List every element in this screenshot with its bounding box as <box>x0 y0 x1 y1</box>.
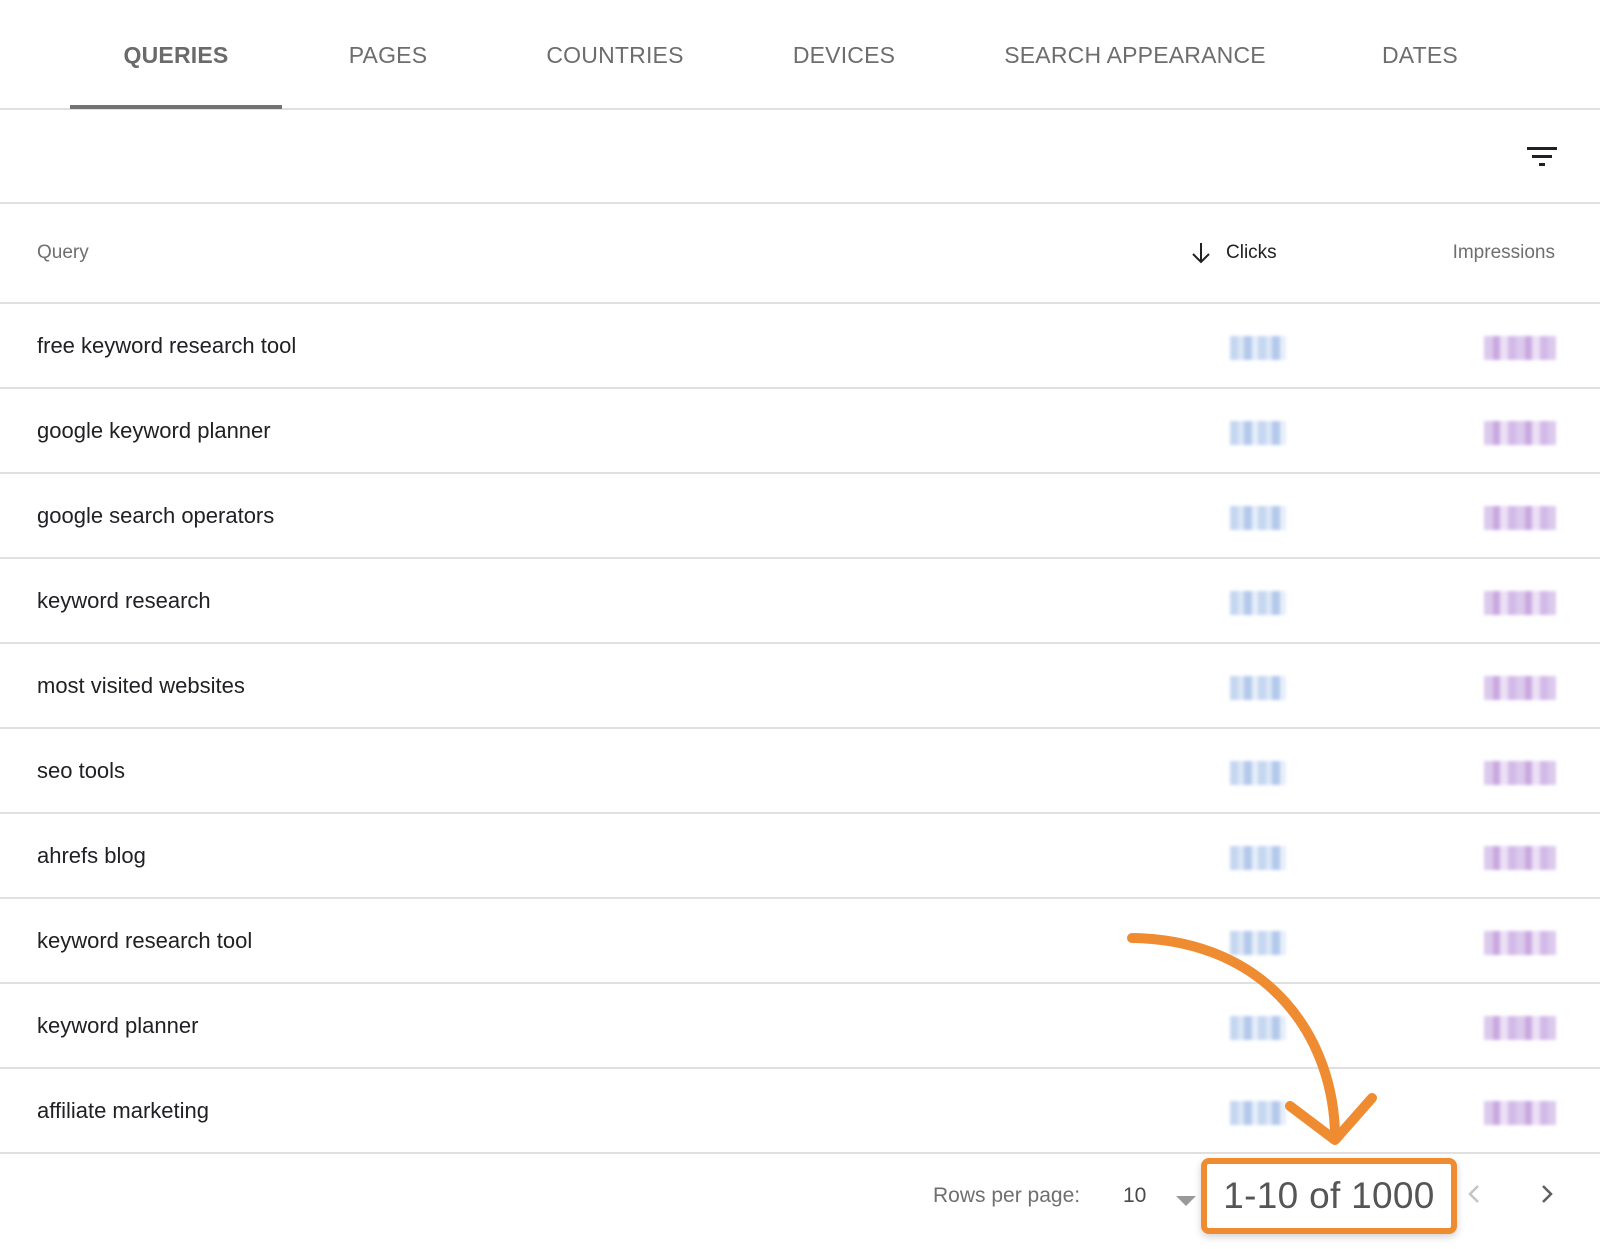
active-tab-indicator <box>70 105 282 109</box>
impressions-cell-redacted <box>1484 591 1556 615</box>
tab-queries[interactable]: QUERIES <box>70 0 282 110</box>
query-cell: google keyword planner <box>37 417 271 443</box>
next-page-button[interactable] <box>1535 1176 1559 1212</box>
query-cell: keyword research tool <box>37 927 253 953</box>
query-cell: most visited websites <box>37 672 245 698</box>
table-header: Query Clicks Impressions <box>0 204 1600 304</box>
impressions-cell-redacted <box>1484 1016 1556 1040</box>
rows-per-page-label: Rows per page: <box>933 1184 1081 1207</box>
table-row[interactable]: keyword planner <box>0 984 1600 1069</box>
query-cell: free keyword research tool <box>37 332 297 358</box>
tab-search-appearance[interactable]: SEARCH APPEARANCE <box>990 0 1280 110</box>
impressions-cell-redacted <box>1484 931 1556 955</box>
query-cell: google search operators <box>37 502 275 528</box>
clicks-cell-redacted <box>1230 421 1286 445</box>
clicks-cell-redacted <box>1230 761 1286 785</box>
clicks-cell-redacted <box>1230 931 1286 955</box>
chevron-left-icon <box>1468 1185 1479 1203</box>
previous-page-button[interactable] <box>1462 1176 1486 1212</box>
tab-dates[interactable]: DATES <box>1355 0 1485 110</box>
query-cell: keyword research <box>37 587 211 613</box>
table-row[interactable]: keyword research tool <box>0 899 1600 984</box>
tab-countries[interactable]: COUNTRIES <box>520 0 710 110</box>
tab-pages[interactable]: PAGES <box>320 0 456 110</box>
clicks-cell-redacted <box>1230 506 1286 530</box>
clicks-cell-redacted <box>1230 336 1286 360</box>
column-header-query[interactable]: Query <box>37 204 89 302</box>
chevron-right-icon <box>1542 1185 1553 1203</box>
table-row[interactable]: google search operators <box>0 474 1600 559</box>
table-row[interactable]: ahrefs blog <box>0 814 1600 899</box>
filter-button[interactable] <box>1524 138 1560 174</box>
column-header-clicks[interactable]: Clicks <box>1190 204 1277 302</box>
tab-bar: QUERIES PAGES COUNTRIES DEVICES SEARCH A… <box>0 0 1600 110</box>
tab-devices[interactable]: DEVICES <box>770 0 918 110</box>
arrow-down-icon <box>1192 243 1210 264</box>
page-range-highlight: 1-10 of 1000 <box>1201 1158 1457 1234</box>
page-range-text: 1-10 of 1000 <box>1223 1175 1435 1216</box>
impressions-cell-redacted <box>1484 506 1556 530</box>
impressions-cell-redacted <box>1484 336 1556 360</box>
dropdown-caret-icon[interactable] <box>1176 1196 1196 1206</box>
query-cell: ahrefs blog <box>37 842 146 868</box>
clicks-cell-redacted <box>1230 676 1286 700</box>
table-row[interactable]: affiliate marketing <box>0 1069 1600 1154</box>
query-cell: seo tools <box>37 757 126 783</box>
clicks-cell-redacted <box>1230 846 1286 870</box>
filter-list-icon <box>1527 147 1557 166</box>
impressions-cell-redacted <box>1484 676 1556 700</box>
pagination-bar: Rows per page: 10 1-10 of 1000 <box>0 1152 1600 1249</box>
table-row[interactable]: seo tools <box>0 729 1600 814</box>
impressions-cell-redacted <box>1484 1101 1556 1125</box>
table-row[interactable]: keyword research <box>0 559 1600 644</box>
query-cell: keyword planner <box>37 1012 199 1038</box>
impressions-cell-redacted <box>1484 421 1556 445</box>
column-header-impressions[interactable]: Impressions <box>1453 204 1555 302</box>
table-row[interactable]: most visited websites <box>0 644 1600 729</box>
query-cell: affiliate marketing <box>37 1097 210 1123</box>
table-row[interactable]: free keyword research tool <box>0 304 1600 389</box>
impressions-cell-redacted <box>1484 846 1556 870</box>
clicks-cell-redacted <box>1230 1101 1286 1125</box>
table-row[interactable]: google keyword planner <box>0 389 1600 474</box>
table-toolbar <box>0 110 1600 204</box>
rows-per-page-select[interactable]: 10 <box>1123 1184 1146 1208</box>
impressions-cell-redacted <box>1484 761 1556 785</box>
clicks-cell-redacted <box>1230 591 1286 615</box>
clicks-cell-redacted <box>1230 1016 1286 1040</box>
column-header-clicks-label: Clicks <box>1226 242 1277 263</box>
